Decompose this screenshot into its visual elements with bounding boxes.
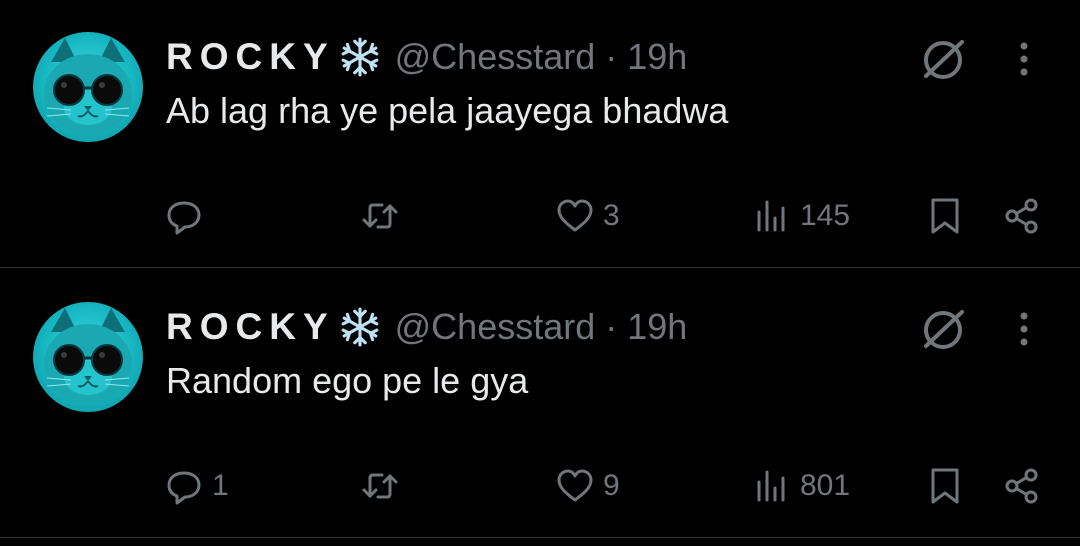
display-name[interactable]: ROCKY: [166, 36, 335, 78]
tweet[interactable]: ROCKY @Chesstard · 19h Ab lag rha ye pel…: [0, 0, 1080, 268]
snowflake-icon: [341, 307, 378, 347]
user-handle[interactable]: @Chesstard: [395, 36, 596, 78]
share-icon: [1005, 468, 1038, 504]
tweet[interactable]: ROCKY @Chesstard · 19h Random ego pe le …: [0, 270, 1080, 538]
tweet-text: Random ego pe le gya: [166, 360, 529, 401]
retweet-icon: [362, 203, 398, 229]
tweet-divider: [0, 267, 1080, 268]
views-icon: [757, 200, 785, 232]
tweet-text: Ab lag rha ye pela jaayega bhadwa: [166, 90, 729, 131]
tweet-header: ROCKY @Chesstard · 19h: [166, 34, 687, 80]
more-icon[interactable]: [1010, 310, 1038, 350]
bookmark-button[interactable]: [925, 464, 965, 508]
heart-icon: [557, 199, 593, 232]
share-button[interactable]: [1002, 464, 1042, 508]
like-button[interactable]: 3: [555, 194, 620, 238]
avatar[interactable]: [33, 302, 143, 412]
separator-dot: ·: [605, 306, 618, 347]
views-icon: [757, 470, 785, 502]
share-icon: [1005, 198, 1038, 234]
bookmark-button[interactable]: [925, 194, 965, 238]
heart-icon: [557, 469, 593, 502]
retweet-icon: [362, 473, 398, 499]
share-button[interactable]: [1002, 194, 1042, 238]
retweet-button[interactable]: [360, 194, 408, 238]
like-button[interactable]: 9: [555, 464, 620, 508]
views-count: 801: [800, 469, 851, 502]
reply-count: 1: [212, 469, 229, 502]
reply-icon: [167, 201, 201, 235]
like-count: 9: [603, 469, 620, 502]
bookmark-icon: [931, 198, 959, 234]
tweet-divider: [0, 537, 1080, 538]
retweet-button[interactable]: [360, 464, 408, 508]
grok-icon[interactable]: [918, 38, 968, 82]
avatar[interactable]: [33, 32, 143, 142]
views-count: 145: [800, 199, 851, 232]
separator-dot: ·: [605, 36, 618, 77]
grok-icon[interactable]: [918, 308, 968, 352]
display-name[interactable]: ROCKY: [166, 306, 335, 348]
tweet-header: ROCKY @Chesstard · 19h: [166, 304, 687, 350]
views-button[interactable]: 801: [752, 464, 850, 508]
user-handle[interactable]: @Chesstard: [395, 306, 596, 348]
snowflake-icon: [341, 37, 378, 77]
views-button[interactable]: 145: [752, 194, 850, 238]
timestamp[interactable]: 19h: [627, 36, 687, 78]
bookmark-icon: [931, 468, 959, 504]
reply-button[interactable]: 1: [164, 464, 229, 508]
more-icon[interactable]: [1010, 40, 1038, 80]
reply-icon: [167, 471, 201, 505]
timestamp[interactable]: 19h: [627, 306, 687, 348]
reply-button[interactable]: [164, 194, 212, 238]
like-count: 3: [603, 199, 620, 232]
